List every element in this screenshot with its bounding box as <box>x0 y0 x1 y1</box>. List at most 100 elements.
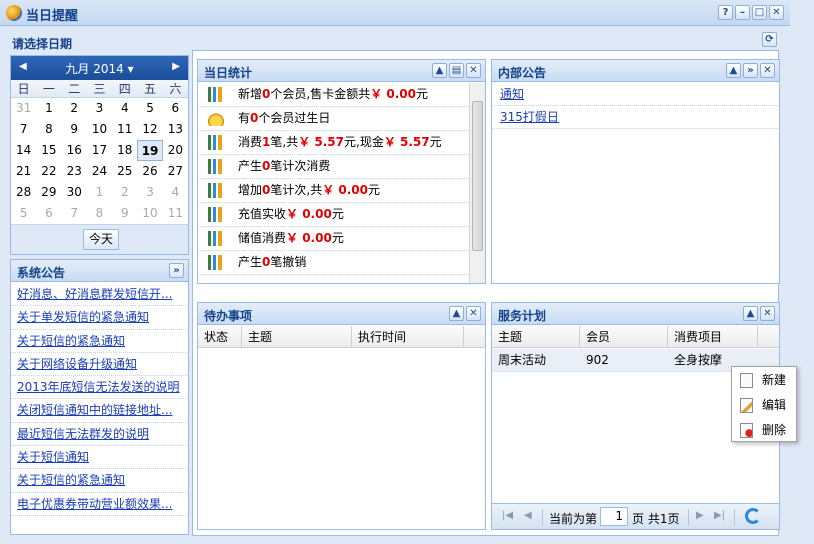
calendar-day[interactable]: 25 <box>112 161 137 182</box>
column-exec-time[interactable]: 执行时间 <box>352 326 464 348</box>
stat-row: 消费1笔,共￥ 5.57元,现金￥ 5.57元 <box>198 131 469 155</box>
outer-scrollbar[interactable] <box>790 0 814 544</box>
notice-link[interactable]: 关于短信通知 <box>11 446 188 470</box>
calendar-day[interactable]: 1 <box>87 182 112 203</box>
calendar-day[interactable]: 1 <box>36 98 61 119</box>
help-icon[interactable]: ? <box>718 5 733 20</box>
close-icon[interactable]: ✕ <box>466 306 481 321</box>
column-member[interactable]: 会员 <box>580 326 668 348</box>
calendar-day[interactable]: 2 <box>112 182 137 203</box>
cell-subject: 周末活动 <box>498 353 547 367</box>
column-subject[interactable]: 主题 <box>242 326 352 348</box>
calendar-day[interactable]: 3 <box>87 98 112 119</box>
notice-link[interactable]: 好消息、好消息群发短信开... <box>11 283 188 307</box>
calendar-day[interactable]: 12 <box>137 119 162 140</box>
daily-stats-scrollbar[interactable] <box>469 83 485 283</box>
calendar-day[interactable]: 30 <box>62 182 87 203</box>
collapse-icon[interactable]: ▲ <box>726 63 741 78</box>
notice-link[interactable]: 关闭短信通知中的链接地址... <box>11 399 188 423</box>
notice-link[interactable]: 关于网络设备升级通知 <box>11 353 188 377</box>
calendar-day[interactable]: 4 <box>163 182 188 203</box>
calendar-day[interactable]: 14 <box>11 140 36 161</box>
calendar-day[interactable]: 23 <box>62 161 87 182</box>
column-subject[interactable]: 主题 <box>492 326 580 348</box>
notice-link[interactable]: 2013年底短信无法发送的说明 <box>11 376 188 400</box>
calendar-month-picker[interactable]: 九月 2014 ▾ <box>11 60 188 77</box>
calendar-day[interactable]: 5 <box>137 98 162 119</box>
calendar-day[interactable]: 5 <box>11 203 36 224</box>
stat-text: 增加 <box>238 183 263 197</box>
calendar-day[interactable]: 11 <box>163 203 188 224</box>
minimize-icon[interactable]: – <box>735 5 750 20</box>
calendar-day[interactable]: 3 <box>137 182 162 203</box>
bar-chart-icon <box>208 207 224 222</box>
calendar-day[interactable]: 6 <box>163 98 188 119</box>
expand-icon[interactable]: » <box>743 63 758 78</box>
last-page-icon[interactable]: ▶| <box>714 510 725 521</box>
calendar-day[interactable]: 26 <box>137 161 162 182</box>
notice-link[interactable]: 电子优惠券带动营业额效果... <box>11 493 188 516</box>
close-icon[interactable]: ✕ <box>769 5 784 20</box>
next-month-icon[interactable]: ▶ <box>172 61 180 72</box>
bar-chart-icon <box>208 231 224 246</box>
internal-notice-link[interactable]: 通知 <box>492 83 779 106</box>
calendar-day[interactable]: 27 <box>163 161 188 182</box>
calendar-day[interactable]: 2 <box>62 98 87 119</box>
menu-item-new[interactable]: 新建 <box>732 369 796 392</box>
close-icon[interactable]: ✕ <box>760 63 775 78</box>
page-number-input[interactable]: 1 <box>600 507 628 526</box>
refresh-icon[interactable]: ⟳ <box>762 32 777 47</box>
calendar-day[interactable]: 9 <box>62 119 87 140</box>
internal-notice-link[interactable]: 315打假日 <box>492 106 779 129</box>
print-icon[interactable]: ▤ <box>449 63 464 78</box>
calendar-day[interactable]: 9 <box>112 203 137 224</box>
today-button[interactable]: 今天 <box>83 229 119 250</box>
calendar-day[interactable]: 31 <box>11 98 36 119</box>
close-icon[interactable]: ✕ <box>466 63 481 78</box>
calendar-day[interactable]: 18 <box>112 140 137 161</box>
column-service-item[interactable]: 消费项目 <box>668 326 758 348</box>
first-page-icon[interactable]: |◀ <box>502 510 513 521</box>
notice-link[interactable]: 关于短信的紧急通知 <box>11 469 188 493</box>
close-icon[interactable]: ✕ <box>760 306 775 321</box>
collapse-icon[interactable]: ▲ <box>449 306 464 321</box>
calendar-day[interactable]: 24 <box>87 161 112 182</box>
calendar-day[interactable]: 11 <box>112 119 137 140</box>
edit-icon <box>740 398 753 413</box>
scrollbar-thumb[interactable] <box>472 101 483 251</box>
calendar-day[interactable]: 10 <box>137 203 162 224</box>
maximize-icon[interactable]: □ <box>752 5 767 20</box>
calendar-day[interactable]: 8 <box>87 203 112 224</box>
calendar-day-selected[interactable]: 19 <box>137 140 163 161</box>
calendar-day[interactable]: 7 <box>62 203 87 224</box>
notice-link[interactable]: 最近短信无法群发的说明 <box>11 423 188 447</box>
calendar-day[interactable]: 28 <box>11 182 36 203</box>
calendar-day[interactable]: 8 <box>36 119 61 140</box>
calendar-day[interactable]: 16 <box>62 140 87 161</box>
calendar-day[interactable]: 10 <box>87 119 112 140</box>
prev-page-icon[interactable]: ◀ <box>524 510 532 521</box>
notice-link[interactable]: 关于短信的紧急通知 <box>11 330 188 353</box>
menu-item-edit[interactable]: 编辑 <box>732 394 796 417</box>
calendar-day[interactable]: 15 <box>36 140 61 161</box>
calendar-day[interactable]: 4 <box>112 98 137 119</box>
refresh-icon[interactable] <box>745 508 761 524</box>
collapse-icon[interactable]: ▲ <box>743 306 758 321</box>
calendar-day[interactable]: 22 <box>36 161 61 182</box>
expand-icon[interactable]: » <box>169 263 184 278</box>
calendar-day[interactable]: 21 <box>11 161 36 182</box>
calendar-day[interactable]: 6 <box>36 203 61 224</box>
stat-text: 个会员过生日 <box>258 111 331 125</box>
calendar-day[interactable]: 29 <box>36 182 61 203</box>
column-status[interactable]: 状态 <box>198 326 242 348</box>
notice-link[interactable]: 关于单发短信的紧急通知 <box>11 306 188 330</box>
next-page-icon[interactable]: ▶ <box>696 510 704 521</box>
menu-item-delete[interactable]: 删除 <box>732 419 796 442</box>
collapse-icon[interactable]: ▲ <box>432 63 447 78</box>
calendar-day[interactable]: 7 <box>11 119 36 140</box>
calendar-day[interactable]: 17 <box>87 140 112 161</box>
stat-text: 元,现金 <box>344 135 384 149</box>
stat-value: ￥ 0.00 <box>286 231 332 245</box>
calendar-day[interactable]: 13 <box>163 119 188 140</box>
calendar-day[interactable]: 20 <box>163 140 188 161</box>
